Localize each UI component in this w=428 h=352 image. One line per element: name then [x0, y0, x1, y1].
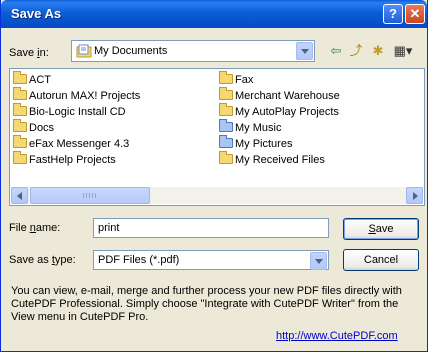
- window-title: Save As: [11, 6, 62, 21]
- scrollbar-thumb[interactable]: [30, 187, 150, 204]
- title-bar[interactable]: Save As ? ✕: [1, 0, 427, 28]
- cancel-button[interactable]: Cancel: [343, 249, 419, 271]
- file-list[interactable]: ACT Autorun MAX! Projects Bio-Logic Instal…: [9, 68, 425, 206]
- file-list-item-label: Bio-Logic Install CD: [29, 106, 126, 118]
- file-list-item-label: eFax Messenger 4.3: [29, 138, 130, 150]
- help-button[interactable]: ?: [383, 4, 403, 24]
- folder-icon: [13, 103, 27, 116]
- file-name-input[interactable]: print: [93, 218, 329, 238]
- file-list-item[interactable]: My AutoPlay Projects: [219, 103, 339, 120]
- scroll-right-button[interactable]: [406, 187, 423, 204]
- folder-icon: [13, 151, 27, 164]
- file-list-item[interactable]: eFax Messenger 4.3: [13, 135, 130, 152]
- folder-icon: [13, 135, 27, 148]
- file-list-item-label: My Music: [235, 122, 282, 134]
- file-list-item[interactable]: My Received Files: [219, 151, 325, 168]
- save-in-value: My Documents: [94, 45, 168, 57]
- scroll-left-button[interactable]: [11, 187, 28, 204]
- cutepdf-info-text: You can view, e-mail, merge and further …: [11, 285, 402, 323]
- close-button[interactable]: ✕: [405, 4, 425, 24]
- folder-icon: [13, 119, 27, 132]
- folder-icon: [13, 71, 27, 84]
- file-list-item[interactable]: My Pictures: [219, 135, 293, 152]
- file-list-item[interactable]: Fax: [219, 71, 254, 88]
- my-documents-icon: [76, 44, 92, 61]
- file-list-item[interactable]: Bio-Logic Install CD: [13, 103, 126, 120]
- save-as-type-value: PDF Files (*.pdf): [98, 254, 180, 266]
- folder-icon: [219, 135, 233, 148]
- save-button[interactable]: Save: [343, 218, 419, 240]
- folder-icon: [13, 87, 27, 100]
- save-in-label: Save in:: [9, 47, 49, 59]
- up-folder-icon[interactable]: ⤴: [347, 43, 365, 59]
- back-arrow-icon[interactable]: ⇦: [327, 43, 345, 59]
- folder-icon: [219, 71, 233, 84]
- cutepdf-website-link[interactable]: http://www.CutePDF.com: [276, 330, 398, 342]
- file-list-item-label: My AutoPlay Projects: [235, 106, 339, 118]
- save-in-dropdown[interactable]: My Documents: [71, 40, 315, 62]
- file-list-item-label: My Pictures: [235, 138, 293, 150]
- save-as-type-label: Save as type:: [9, 254, 76, 266]
- chevron-down-icon[interactable]: [310, 252, 327, 270]
- folder-icon: [219, 87, 233, 100]
- file-list-item[interactable]: FastHelp Projects: [13, 151, 116, 168]
- save-as-dialog: Save As ? ✕ Save in: My Documents ⇦ ⤴ ✱ …: [0, 0, 428, 352]
- file-list-item-label: Merchant Warehouse: [235, 90, 340, 102]
- chevron-down-icon[interactable]: [296, 42, 313, 60]
- file-list-item[interactable]: My Music: [219, 119, 282, 136]
- folder-icon: [219, 151, 233, 164]
- file-list-item[interactable]: Autorun MAX! Projects: [13, 87, 141, 104]
- file-list-item-label: ACT: [29, 74, 51, 86]
- file-list-item[interactable]: ACT: [13, 71, 51, 88]
- new-folder-icon[interactable]: ✱: [369, 43, 387, 59]
- folder-icon: [219, 119, 233, 132]
- save-as-type-dropdown[interactable]: PDF Files (*.pdf): [93, 250, 329, 270]
- file-list-item-label: Docs: [29, 122, 55, 134]
- horizontal-scrollbar[interactable]: [11, 187, 423, 204]
- file-list-item-label: My Received Files: [235, 154, 325, 166]
- file-list-item-label: Fax: [235, 74, 254, 86]
- file-list-item-label: FastHelp Projects: [29, 154, 116, 166]
- file-list-item[interactable]: Docs: [13, 119, 55, 136]
- file-name-label: File name:: [9, 222, 61, 234]
- views-menu-icon[interactable]: ▦▾: [391, 43, 415, 59]
- file-list-item-label: Autorun MAX! Projects: [29, 90, 141, 102]
- file-list-item[interactable]: Merchant Warehouse: [219, 87, 340, 104]
- folder-icon: [219, 103, 233, 116]
